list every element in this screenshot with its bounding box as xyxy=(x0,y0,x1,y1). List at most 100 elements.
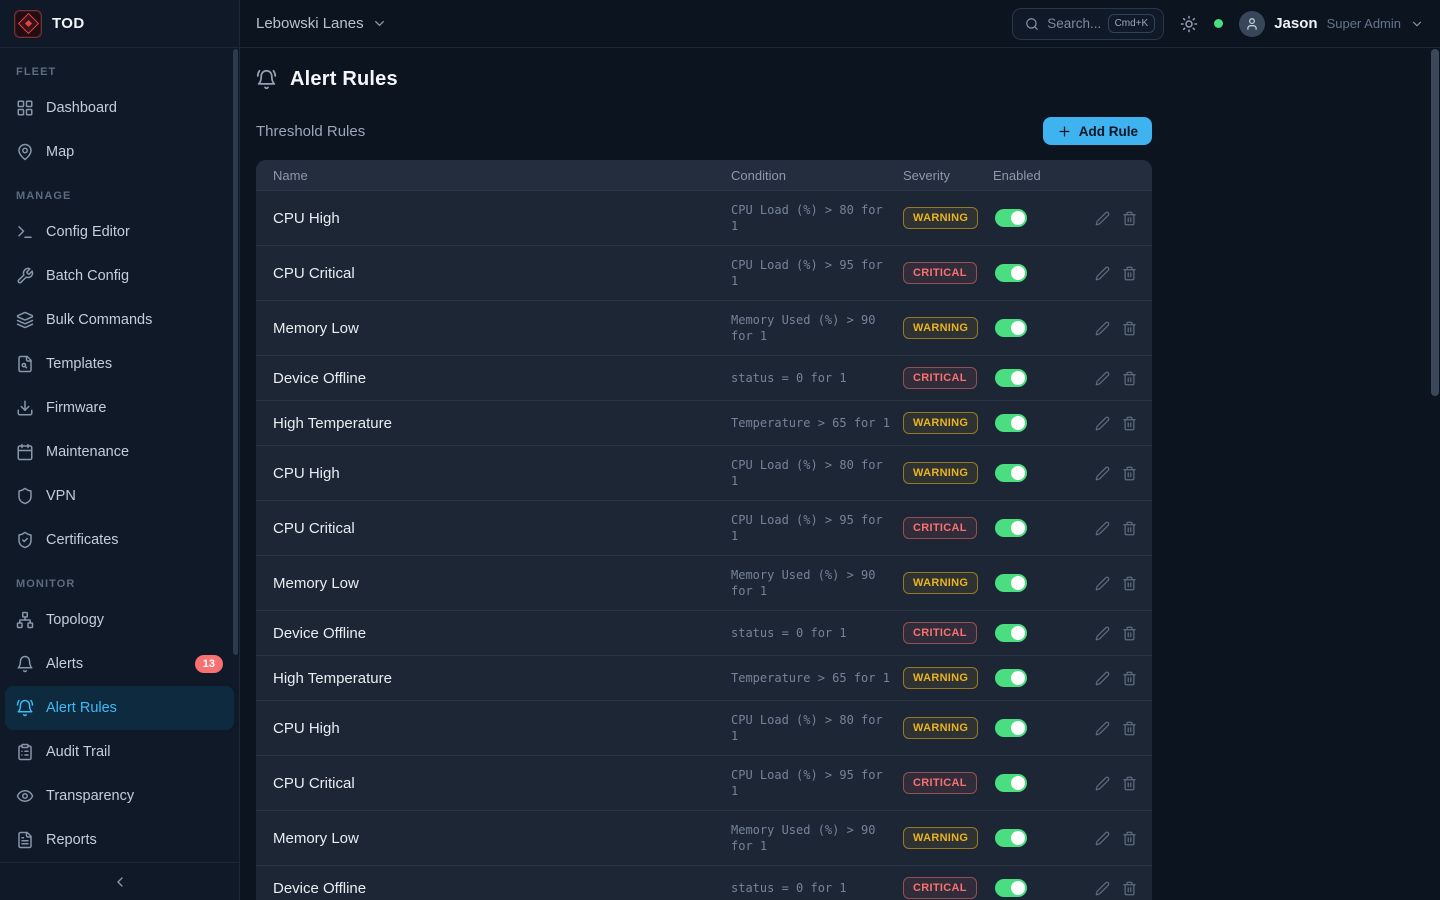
severity-badge: WARNING xyxy=(903,207,978,229)
table-row: CPU High CPU Load (%) > 80 for 1 WARNING xyxy=(256,445,1152,500)
sidebar-item-audit-trail[interactable]: Audit Trail xyxy=(0,730,239,774)
enabled-toggle[interactable] xyxy=(995,414,1027,432)
sidebar-item-label: Maintenance xyxy=(46,444,129,460)
enabled-toggle[interactable] xyxy=(995,624,1027,642)
sidebar-item-transparency[interactable]: Transparency xyxy=(0,774,239,818)
user-menu[interactable]: Jason Super Admin xyxy=(1239,11,1424,37)
delete-rule-button[interactable] xyxy=(1122,831,1137,846)
main-area: Lebowski Lanes Cmd+K Jason xyxy=(240,0,1440,900)
search-box[interactable]: Cmd+K xyxy=(1012,8,1164,40)
plus-icon xyxy=(1057,124,1072,139)
sidebar-item-firmware[interactable]: Firmware xyxy=(0,386,239,430)
edit-rule-button[interactable] xyxy=(1095,576,1110,591)
sidebar-item-label: Transparency xyxy=(46,788,134,804)
edit-rule-button[interactable] xyxy=(1095,466,1110,481)
edit-rule-button[interactable] xyxy=(1095,626,1110,641)
edit-rule-button[interactable] xyxy=(1095,831,1110,846)
enabled-toggle[interactable] xyxy=(995,879,1027,897)
sidebar-item-dashboard[interactable]: Dashboard xyxy=(0,86,239,130)
sidebar-item-map[interactable]: Map xyxy=(0,130,239,174)
enabled-toggle[interactable] xyxy=(995,209,1027,227)
bell-icon xyxy=(16,655,34,673)
add-rule-button[interactable]: Add Rule xyxy=(1043,117,1152,145)
delete-rule-button[interactable] xyxy=(1122,776,1137,791)
edit-rule-button[interactable] xyxy=(1095,416,1110,431)
enabled-toggle[interactable] xyxy=(995,319,1027,337)
table-row: Memory Low Memory Used (%) > 90 for 1 WA… xyxy=(256,555,1152,610)
column-header-condition: Condition xyxy=(731,168,903,183)
sidebar-collapse-button[interactable] xyxy=(0,862,239,900)
sidebar-item-maintenance[interactable]: Maintenance xyxy=(0,430,239,474)
severity-badge: CRITICAL xyxy=(903,367,977,389)
delete-rule-button[interactable] xyxy=(1122,576,1137,591)
sidebar-item-label: Audit Trail xyxy=(46,744,110,760)
enabled-toggle[interactable] xyxy=(995,774,1027,792)
rule-condition: status = 0 for 1 xyxy=(731,625,891,641)
chevron-down-icon xyxy=(1410,17,1424,31)
main-scrollbar[interactable] xyxy=(1431,49,1439,396)
sidebar-item-certificates[interactable]: Certificates xyxy=(0,518,239,562)
theme-toggle-button[interactable] xyxy=(1180,15,1198,33)
severity-badge: CRITICAL xyxy=(903,517,977,539)
sidebar-item-reports[interactable]: Reports xyxy=(0,818,239,862)
bell-ring-icon xyxy=(256,69,277,90)
edit-rule-button[interactable] xyxy=(1095,321,1110,336)
sidebar-item-label: Bulk Commands xyxy=(46,312,152,328)
edit-rule-button[interactable] xyxy=(1095,371,1110,386)
delete-rule-button[interactable] xyxy=(1122,671,1137,686)
enabled-toggle[interactable] xyxy=(995,464,1027,482)
rule-name: Device Offline xyxy=(256,623,731,644)
edit-rule-button[interactable] xyxy=(1095,211,1110,226)
sidebar-item-templates[interactable]: Templates xyxy=(0,342,239,386)
enabled-toggle[interactable] xyxy=(995,369,1027,387)
search-input[interactable] xyxy=(1047,16,1099,31)
delete-rule-button[interactable] xyxy=(1122,416,1137,431)
enabled-toggle[interactable] xyxy=(995,669,1027,687)
delete-rule-button[interactable] xyxy=(1122,371,1137,386)
chevron-left-icon xyxy=(112,874,128,890)
sidebar-item-label: VPN xyxy=(46,488,76,504)
sidebar-header: TOD xyxy=(0,0,239,48)
rule-condition: Memory Used (%) > 90 for 1 xyxy=(731,567,891,599)
edit-rule-button[interactable] xyxy=(1095,521,1110,536)
delete-rule-button[interactable] xyxy=(1122,266,1137,281)
delete-rule-button[interactable] xyxy=(1122,626,1137,641)
sidebar-item-config-editor[interactable]: Config Editor xyxy=(0,210,239,254)
rule-name: Memory Low xyxy=(256,828,731,849)
rule-name: CPU Critical xyxy=(256,263,731,284)
enabled-toggle[interactable] xyxy=(995,264,1027,282)
delete-rule-button[interactable] xyxy=(1122,321,1137,336)
sidebar-item-alert-rules[interactable]: Alert Rules xyxy=(5,686,234,730)
severity-badge: WARNING xyxy=(903,317,978,339)
sidebar-item-vpn[interactable]: VPN xyxy=(0,474,239,518)
enabled-toggle[interactable] xyxy=(995,574,1027,592)
sidebar-item-bulk-commands[interactable]: Bulk Commands xyxy=(0,298,239,342)
edit-rule-button[interactable] xyxy=(1095,671,1110,686)
delete-rule-button[interactable] xyxy=(1122,211,1137,226)
edit-rule-button[interactable] xyxy=(1095,881,1110,896)
trash-icon xyxy=(1122,211,1137,226)
sidebar-item-batch-config[interactable]: Batch Config xyxy=(0,254,239,298)
delete-rule-button[interactable] xyxy=(1122,881,1137,896)
enabled-toggle[interactable] xyxy=(995,519,1027,537)
trash-icon xyxy=(1122,721,1137,736)
sidebar-scrollbar[interactable] xyxy=(233,49,238,655)
severity-badge: WARNING xyxy=(903,462,978,484)
edit-rule-button[interactable] xyxy=(1095,776,1110,791)
enabled-toggle[interactable] xyxy=(995,829,1027,847)
table-row: CPU Critical CPU Load (%) > 95 for 1 CRI… xyxy=(256,755,1152,810)
enabled-toggle[interactable] xyxy=(995,719,1027,737)
trash-icon xyxy=(1122,576,1137,591)
rule-condition: CPU Load (%) > 80 for 1 xyxy=(731,712,891,744)
edit-rule-button[interactable] xyxy=(1095,266,1110,281)
org-switcher[interactable]: Lebowski Lanes xyxy=(256,15,387,32)
delete-rule-button[interactable] xyxy=(1122,466,1137,481)
threshold-rules-table: Name Condition Severity Enabled CPU High… xyxy=(256,160,1152,900)
delete-rule-button[interactable] xyxy=(1122,521,1137,536)
rule-condition: CPU Load (%) > 80 for 1 xyxy=(731,457,891,489)
sidebar-item-label: Firmware xyxy=(46,400,106,416)
edit-rule-button[interactable] xyxy=(1095,721,1110,736)
delete-rule-button[interactable] xyxy=(1122,721,1137,736)
sidebar-item-topology[interactable]: Topology xyxy=(0,598,239,642)
sidebar-item-alerts[interactable]: Alerts 13 xyxy=(0,642,239,686)
